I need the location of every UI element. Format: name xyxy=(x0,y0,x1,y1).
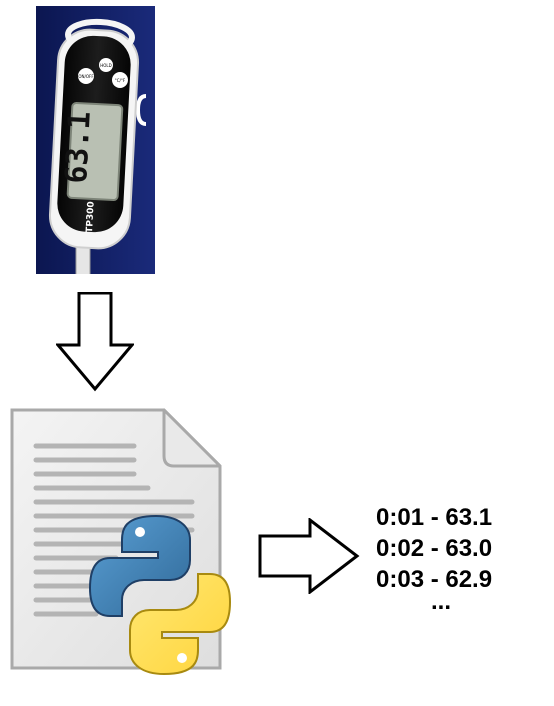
thermometer-photo: ON/OFF HOLD °C/°F 63.1 TP300 xyxy=(36,6,155,274)
temperature-readings: 0:01 - 63.1 0:02 - 63.0 0:03 - 62.9 ... xyxy=(376,502,546,615)
down-arrow-icon xyxy=(56,292,134,392)
model-label: TP300 xyxy=(85,201,97,233)
reading-line: 0:01 - 63.1 xyxy=(376,504,493,531)
svg-text:ON/OFF: ON/OFF xyxy=(78,74,94,79)
python-script-file-icon xyxy=(10,408,232,676)
reading-line: 0:02 - 63.0 xyxy=(376,535,493,562)
reading-line: 0:03 - 62.9 xyxy=(376,566,493,593)
right-arrow-icon xyxy=(258,518,360,594)
svg-text:°C/°F: °C/°F xyxy=(115,78,126,83)
svg-text:HOLD: HOLD xyxy=(100,63,111,68)
readings-ellipsis: ... xyxy=(431,588,452,615)
lcd-reading: 63.1 xyxy=(59,110,98,184)
